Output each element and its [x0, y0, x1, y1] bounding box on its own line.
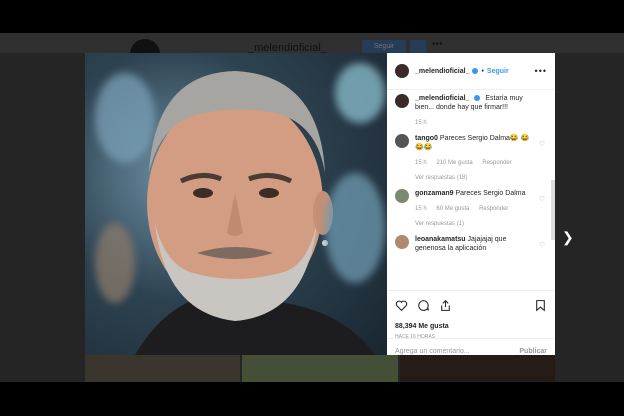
comment-item: tango0 Pareces Sergio Dalma😂 😂😂😂 15 h 21… — [395, 134, 547, 183]
author-username[interactable]: _melendioficial_ — [415, 68, 469, 75]
comment-like-icon[interactable]: ♡ — [539, 140, 545, 148]
comment-like-icon[interactable]: ♡ — [539, 195, 545, 203]
comment-icon[interactable] — [417, 299, 430, 317]
comment-item: _melendioficial_ Estaría muy bien... don… — [395, 94, 547, 128]
comments-scrollbar[interactable] — [551, 180, 555, 240]
comment-time: 15 h — [415, 206, 427, 212]
add-comment-bar: Agrega un comentario... Publicar — [387, 338, 555, 363]
commenter-avatar[interactable] — [395, 134, 409, 148]
comment-time: 15 h — [415, 120, 427, 126]
comment-like-icon[interactable]: ♡ — [539, 241, 545, 249]
author-avatar[interactable] — [395, 64, 409, 78]
publish-button[interactable]: Publicar — [519, 348, 547, 355]
add-comment-input[interactable]: Agrega un comentario... — [395, 348, 470, 355]
post-photo — [85, 53, 387, 355]
likes-count[interactable]: 88,394 Me gusta — [395, 323, 547, 330]
comment-username[interactable]: tango0 — [415, 135, 438, 142]
view-replies-button[interactable]: Ver respuestas (18) — [415, 174, 533, 183]
comments-list[interactable]: _melendioficial_ Estaría muy bien... don… — [387, 90, 555, 290]
separator: • — [481, 67, 484, 75]
verified-badge-icon — [474, 95, 481, 102]
verified-badge-icon — [472, 68, 479, 74]
comment-likes[interactable]: 60 Me gusta — [436, 206, 469, 212]
comment-username[interactable]: leoanakamatsu — [415, 236, 466, 243]
comment-likes[interactable]: 210 Me gusta — [436, 160, 472, 166]
post-header: _melendioficial_ • Seguir ••• — [387, 53, 555, 90]
commenter-avatar[interactable] — [395, 94, 409, 108]
comment-time: 15 h — [415, 160, 427, 166]
heart-icon[interactable] — [395, 299, 408, 317]
comment-username[interactable]: _melendioficial_ — [415, 95, 469, 102]
more-options-icon[interactable]: ••• — [535, 66, 547, 76]
profile-backdrop: _melendioficial_ Seguir ••• _melendiofic… — [0, 33, 624, 382]
follow-button[interactable]: Seguir — [487, 68, 509, 75]
bookmark-icon[interactable] — [534, 299, 547, 317]
reply-button[interactable]: Responder — [482, 160, 511, 166]
commenter-avatar[interactable] — [395, 189, 409, 203]
post-actions: 88,394 Me gusta HACE 16 HORAS Agrega un … — [387, 290, 555, 363]
share-icon[interactable] — [439, 299, 452, 317]
comment-text: Pareces Sergio Dalma — [455, 190, 526, 197]
commenter-avatar[interactable] — [395, 235, 409, 249]
view-replies-button[interactable]: Ver respuestas (1) — [415, 220, 533, 229]
comment-item: leoanakamatsu Jajajajaj que genenosa la … — [395, 235, 547, 253]
post-sidebar: _melendioficial_ • Seguir ••• _melendiof… — [387, 53, 555, 355]
comment-username[interactable]: gonzaman9 — [415, 190, 454, 197]
comment-item: gonzaman9 Pareces Sergio Dalma 15 h 60 M… — [395, 189, 547, 229]
reply-button[interactable]: Responder — [479, 206, 508, 212]
chevron-right-icon[interactable]: ❯ — [562, 229, 574, 246]
